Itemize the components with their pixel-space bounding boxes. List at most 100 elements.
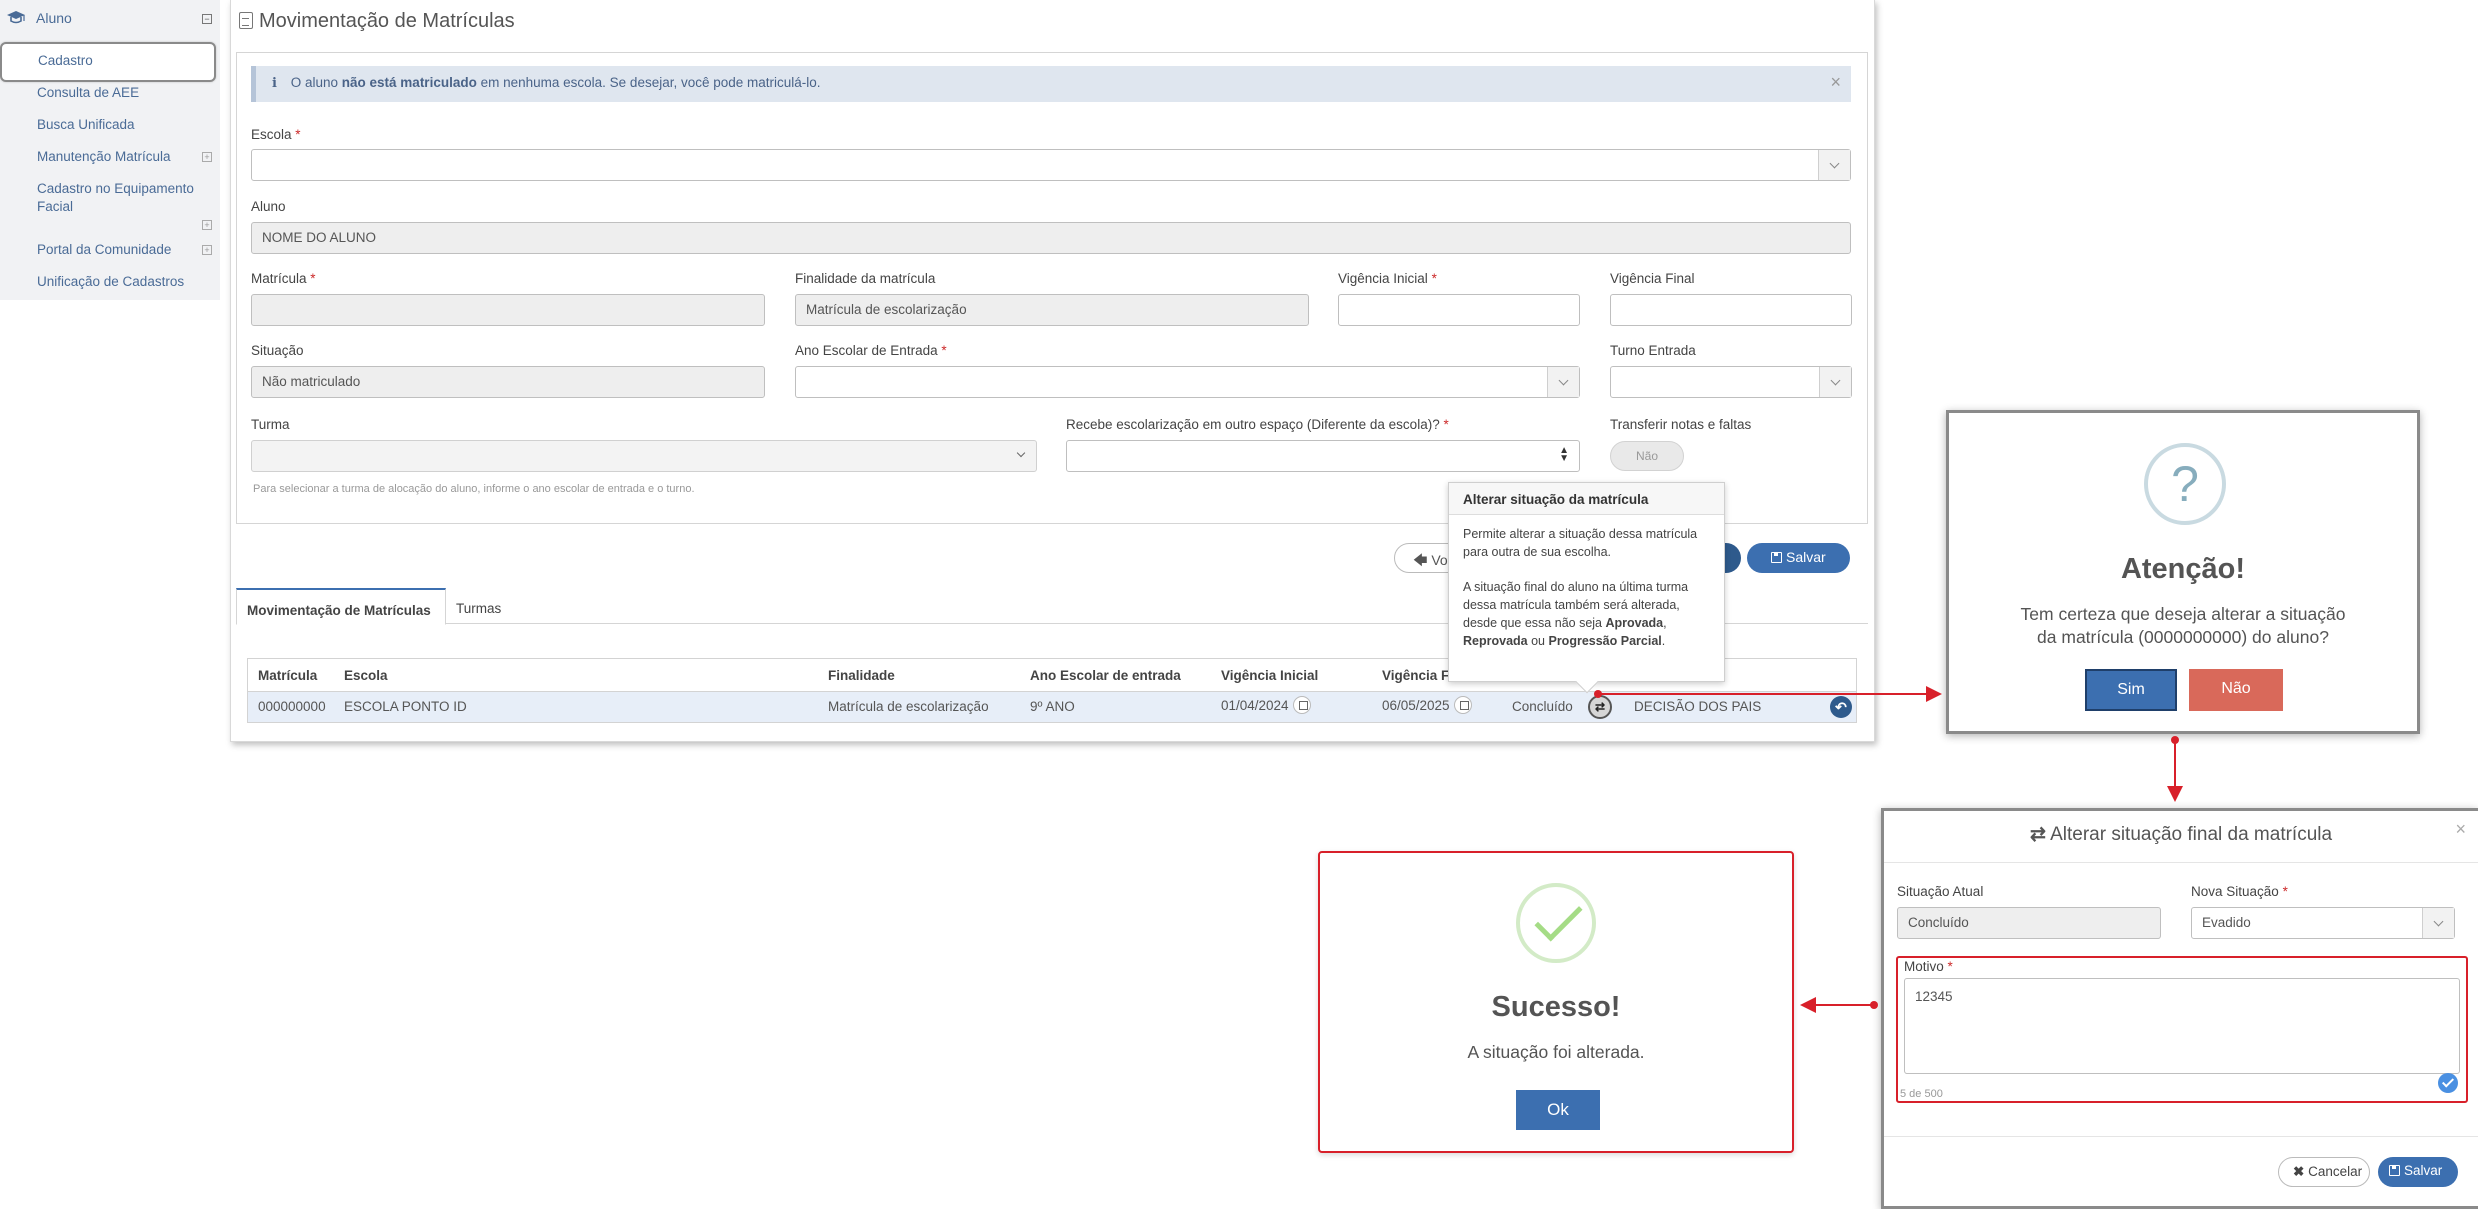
page-title-text: Movimentação de Matrículas xyxy=(259,10,515,32)
sidebar-section-label: Aluno xyxy=(36,10,72,26)
transferir-notas-toggle[interactable]: Não xyxy=(1610,441,1684,471)
motivo-label: Motivo * xyxy=(1904,959,1953,974)
sidebar-item-manutencao-matricula[interactable]: Manutenção Matrícula xyxy=(37,149,171,164)
up-down-icon: ▲ ▼ xyxy=(1559,445,1569,464)
th-finalidade: Finalidade xyxy=(828,668,895,683)
dialog-title: Alterar situação final da matrícula xyxy=(2050,824,2333,845)
cell-motivo: DECISÃO DOS PAIS xyxy=(1634,699,1762,714)
transferir-notas-label: Transferir notas e faltas xyxy=(1610,417,1752,432)
vigencia-final-input[interactable] xyxy=(1610,294,1852,326)
success-text: A situação foi alterada. xyxy=(1467,1042,1645,1062)
success-check-icon xyxy=(1516,883,1596,963)
th-vigencia-inicial: Vigência Inicial xyxy=(1221,668,1319,683)
sim-button[interactable]: Sim xyxy=(2085,669,2177,711)
cell-finalidade: Matrícula de escolarização xyxy=(828,699,989,714)
undo-icon[interactable]: ↶ xyxy=(1830,696,1852,718)
table-row[interactable]: 000000000 ESCOLA PONTO ID Matrícula de e… xyxy=(248,691,1856,722)
modal-salvar-button[interactable]: Salvar xyxy=(2378,1157,2458,1187)
expand-icon[interactable]: + xyxy=(202,220,212,230)
situacao-label: Situação xyxy=(251,343,304,358)
vigencia-inicial-input[interactable] xyxy=(1338,294,1580,326)
sidebar-item-unificacao-cadastros[interactable]: Unificação de Cadastros xyxy=(37,274,184,289)
close-icon[interactable]: × xyxy=(1830,72,1841,93)
aluno-field: NOME DO ALUNO xyxy=(251,222,1851,254)
alert-text-bold: não está matriculado xyxy=(341,75,477,90)
tooltip-title: Alterar situação da matrícula xyxy=(1449,483,1724,515)
alterar-situacao-dialog: ⇄ Alterar situação final da matrícula × … xyxy=(1881,808,2478,1209)
ano-escolar-select[interactable] xyxy=(795,366,1580,398)
nova-situacao-label: Nova Situação * xyxy=(2191,884,2288,899)
success-dialog: Sucesso! A situação foi alterada. Ok xyxy=(1318,851,1794,1153)
confirm-dialog: ? Atenção! Tem certeza que deseja altera… xyxy=(1946,410,2420,734)
voltar-label: Vo xyxy=(1431,552,1448,568)
cell-escola: ESCOLA PONTO ID xyxy=(344,699,467,714)
success-title: Sucesso! xyxy=(1491,991,1621,1023)
graduation-cap-icon xyxy=(7,11,25,24)
page-title: Movimentação de Matrículas xyxy=(239,10,515,33)
matricula-label: Matrícula * xyxy=(251,271,316,286)
motivo-textarea[interactable]: 12345 xyxy=(1904,978,2460,1074)
divider xyxy=(1884,1136,2478,1137)
sidebar: Aluno − Cadastro Consulta de AEE Busca U… xyxy=(0,0,220,300)
cell-vigencia-inicial: 01/04/2024 xyxy=(1221,696,1311,714)
tooltip-paragraph-2: A situação final do aluno na última turm… xyxy=(1463,580,1689,648)
sidebar-item-portal-comunidade[interactable]: Portal da Comunidade xyxy=(37,242,171,257)
finalidade-field: Matrícula de escolarização xyxy=(795,294,1309,326)
chevron-down-icon xyxy=(1016,448,1026,458)
dialog-header: ⇄ Alterar situação final da matrícula × xyxy=(1884,811,2478,863)
sidebar-section-aluno[interactable]: Aluno − xyxy=(0,4,220,32)
close-icon[interactable]: × xyxy=(2455,819,2466,840)
enrollment-form: i O aluno não está matriculado em nenhum… xyxy=(236,52,1868,524)
cell-ano: 9º ANO xyxy=(1030,699,1075,714)
char-counter: 5 de 500 xyxy=(1900,1088,1943,1100)
arrow-left-icon: 🡄 xyxy=(1413,552,1428,568)
valid-check-icon xyxy=(2438,1073,2458,1093)
th-ano-escolar: Ano Escolar de entrada xyxy=(1030,668,1181,683)
document-icon xyxy=(239,12,253,29)
alert-text-pre: O aluno xyxy=(290,75,339,90)
salvar-button[interactable]: Salvar xyxy=(1747,543,1850,573)
expand-icon[interactable]: + xyxy=(202,245,212,255)
swap-arrows-icon[interactable]: ⇄ xyxy=(1588,695,1612,719)
x-icon: ✖ xyxy=(2293,1164,2305,1179)
sidebar-item-consulta-aee[interactable]: Consulta de AEE xyxy=(37,85,139,100)
nova-situacao-select[interactable]: Evadido xyxy=(2191,907,2455,939)
sidebar-item-cadastro[interactable]: Cadastro xyxy=(0,42,216,82)
alterar-situacao-tooltip: Alterar situação da matrícula Permite al… xyxy=(1448,482,1725,694)
sidebar-item-busca-unificada[interactable]: Busca Unificada xyxy=(37,117,135,132)
chevron-down-icon xyxy=(1819,367,1851,397)
arrow-origin-dot xyxy=(1870,1001,1878,1009)
collapse-icon[interactable]: − xyxy=(202,14,212,24)
recebe-escolarizacao-select[interactable]: ▲ ▼ xyxy=(1066,440,1580,472)
edit-icon[interactable] xyxy=(1292,696,1311,714)
cancelar-button[interactable]: ✖ Cancelar xyxy=(2278,1157,2370,1187)
salvar-label: Salvar xyxy=(1786,549,1826,565)
turma-select[interactable] xyxy=(251,440,1037,472)
tab-movimentacao[interactable]: Movimentação de Matrículas xyxy=(236,588,446,625)
confirm-text: Tem certeza que deseja alterar a situaçã… xyxy=(2020,604,2346,647)
turno-entrada-label: Turno Entrada xyxy=(1610,343,1696,358)
expand-icon[interactable]: + xyxy=(202,152,212,162)
nao-button[interactable]: Não xyxy=(2189,669,2283,711)
situacao-field: Não matriculado xyxy=(251,366,765,398)
turno-entrada-select[interactable] xyxy=(1610,366,1852,398)
swap-arrows-icon: ⇄ xyxy=(2029,824,2046,845)
sidebar-item-cadastro-equipamento-line2[interactable]: Facial xyxy=(37,199,73,214)
confirm-title: Atenção! xyxy=(2120,553,2246,585)
vigencia-inicial-label: Vigência Inicial * xyxy=(1338,271,1437,286)
tab-turmas[interactable]: Turmas xyxy=(446,588,511,625)
arrow-origin-dot xyxy=(2171,736,2179,744)
ano-escolar-label: Ano Escolar de Entrada * xyxy=(795,343,947,358)
situacao-atual-field: Concluído xyxy=(1897,907,2161,939)
sidebar-item-cadastro-equipamento[interactable]: Cadastro no Equipamento xyxy=(37,181,194,196)
finalidade-label: Finalidade da matrícula xyxy=(795,271,936,286)
turma-label: Turma xyxy=(251,417,290,432)
ok-button[interactable]: Ok xyxy=(1516,1090,1600,1130)
chevron-down-icon xyxy=(1547,367,1579,397)
edit-icon[interactable] xyxy=(1453,696,1472,714)
aluno-label: Aluno xyxy=(251,199,286,214)
question-icon: ? xyxy=(2144,443,2226,525)
escola-select[interactable] xyxy=(251,149,1851,181)
cell-situacao: Concluído xyxy=(1512,699,1573,714)
cell-matricula: 000000000 xyxy=(258,699,326,714)
